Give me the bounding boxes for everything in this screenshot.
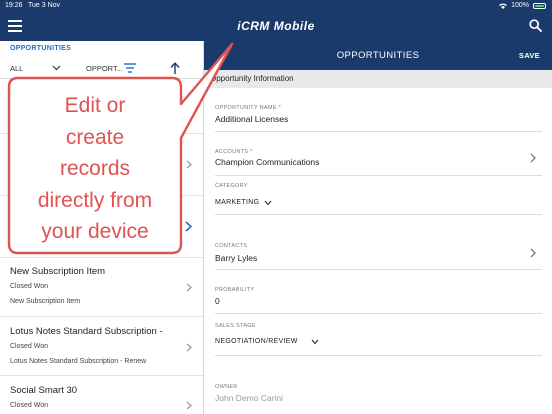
chevron-right-icon <box>186 102 192 111</box>
status-date: Tue 3 Nov <box>28 2 61 9</box>
list-item-stage: Closed Won <box>10 402 49 409</box>
section-title: Opportunity Information <box>210 74 294 83</box>
callout-line: directly from <box>37 188 153 212</box>
chevron-right-icon <box>186 283 192 292</box>
field-label: ACCOUNTS * <box>215 149 253 155</box>
probability-field[interactable]: PROBABILITY 0 <box>215 283 542 314</box>
ipad-screen: 19:26 Tue 3 Nov 100% iCRM Mobile OPPORTU… <box>0 0 552 414</box>
contacts-field[interactable]: CONTACTS Barry Lyles <box>215 240 542 270</box>
battery-icon <box>533 2 546 9</box>
chevron-right-icon <box>185 221 192 232</box>
field-label: OWNER <box>215 384 238 390</box>
list-item-title: Social Smart 30 <box>10 385 78 396</box>
list-item-title: New Subscription Item <box>10 266 106 277</box>
opportunity-name-value: Additional Licenses <box>215 114 289 124</box>
contacts-value: Barry Lyles <box>215 253 258 263</box>
filter-dropdown[interactable]: ALL <box>10 64 23 73</box>
field-label: CATEGORY <box>215 183 248 189</box>
field-label: PROBABILITY <box>215 287 255 293</box>
opportunity-form: OPPORTUNITY NAME * Additional Licenses A… <box>204 88 552 414</box>
accounts-value: Champion Communications <box>215 157 320 167</box>
status-bar: 19:26 Tue 3 Nov 100% <box>0 0 552 12</box>
callout-line: create <box>65 125 125 149</box>
status-time: 19:26 <box>5 2 23 9</box>
accounts-field[interactable]: ACCOUNTS * Champion Communications <box>215 143 542 176</box>
sort-ascending-icon[interactable] <box>170 62 180 74</box>
chevron-right-icon[interactable] <box>530 248 536 258</box>
field-label: OPPORTUNITY NAME * <box>215 105 282 111</box>
sort-field-dropdown[interactable]: OPPORT... <box>86 64 123 73</box>
list-heading: OPPORTUNITIES <box>10 45 72 52</box>
list-item-title: Lotus Notes Standard Subscription - <box>10 326 163 337</box>
chevron-right-icon <box>186 160 192 169</box>
save-button[interactable]: SAVE <box>519 51 540 60</box>
chevron-right-icon <box>186 343 192 352</box>
list-item-detail: New Subscription Item <box>10 298 81 305</box>
sort-icon[interactable] <box>124 63 136 73</box>
list-item[interactable]: New Subscription Item Closed Won New Sub… <box>0 258 203 317</box>
chevron-down-icon[interactable] <box>52 63 61 72</box>
owner-value: John Demo Carini <box>215 393 284 403</box>
list-item-stage: Closed Won <box>10 283 49 290</box>
sales-stage-field[interactable]: SALES STAGE NEGOTIATION/REVIEW <box>215 320 542 356</box>
app-header: iCRM Mobile <box>0 12 552 41</box>
detail-title: OPPORTUNITIES <box>336 50 420 61</box>
detail-header: OPPORTUNITIES SAVE <box>204 41 552 70</box>
chevron-down-icon[interactable] <box>311 339 319 345</box>
callout-text: Edit or create records directly from you… <box>9 90 181 248</box>
probability-value: 0 <box>215 296 220 306</box>
field-label: SALES STAGE <box>215 323 256 329</box>
battery-percent: 100% <box>511 2 529 9</box>
search-icon[interactable] <box>529 19 542 32</box>
filter-row: ALL OPPORT... <box>0 59 203 79</box>
category-field[interactable]: CATEGORY MARKETING <box>215 180 542 215</box>
list-item[interactable]: Social Smart 30 Closed Won <box>0 376 203 414</box>
list-item[interactable]: Lotus Notes Standard Subscription - Clos… <box>0 317 203 376</box>
app-title: iCRM Mobile <box>237 19 315 33</box>
chevron-down-icon[interactable] <box>264 200 272 206</box>
chevron-right-icon <box>186 401 192 410</box>
list-item-detail: Lotus Notes Standard Subscription - Rene… <box>10 358 147 365</box>
opportunity-name-field[interactable]: OPPORTUNITY NAME * Additional Licenses <box>215 99 542 132</box>
callout-line: your device <box>41 220 149 243</box>
callout: Edit or create records directly from you… <box>9 78 181 253</box>
owner-field: OWNER John Demo Carini <box>215 380 542 412</box>
category-value: MARKETING <box>215 199 260 206</box>
sales-stage-value: NEGOTIATION/REVIEW <box>215 338 298 345</box>
wifi-icon <box>499 3 508 9</box>
section-header: Opportunity Information <box>204 70 552 88</box>
field-label: CONTACTS <box>215 243 248 249</box>
callout-line: records <box>59 157 131 180</box>
chevron-right-icon[interactable] <box>530 153 536 163</box>
battery-fill <box>535 4 544 7</box>
callout-line: Edit or <box>64 94 126 117</box>
list-item-stage: Closed Won <box>10 343 49 350</box>
